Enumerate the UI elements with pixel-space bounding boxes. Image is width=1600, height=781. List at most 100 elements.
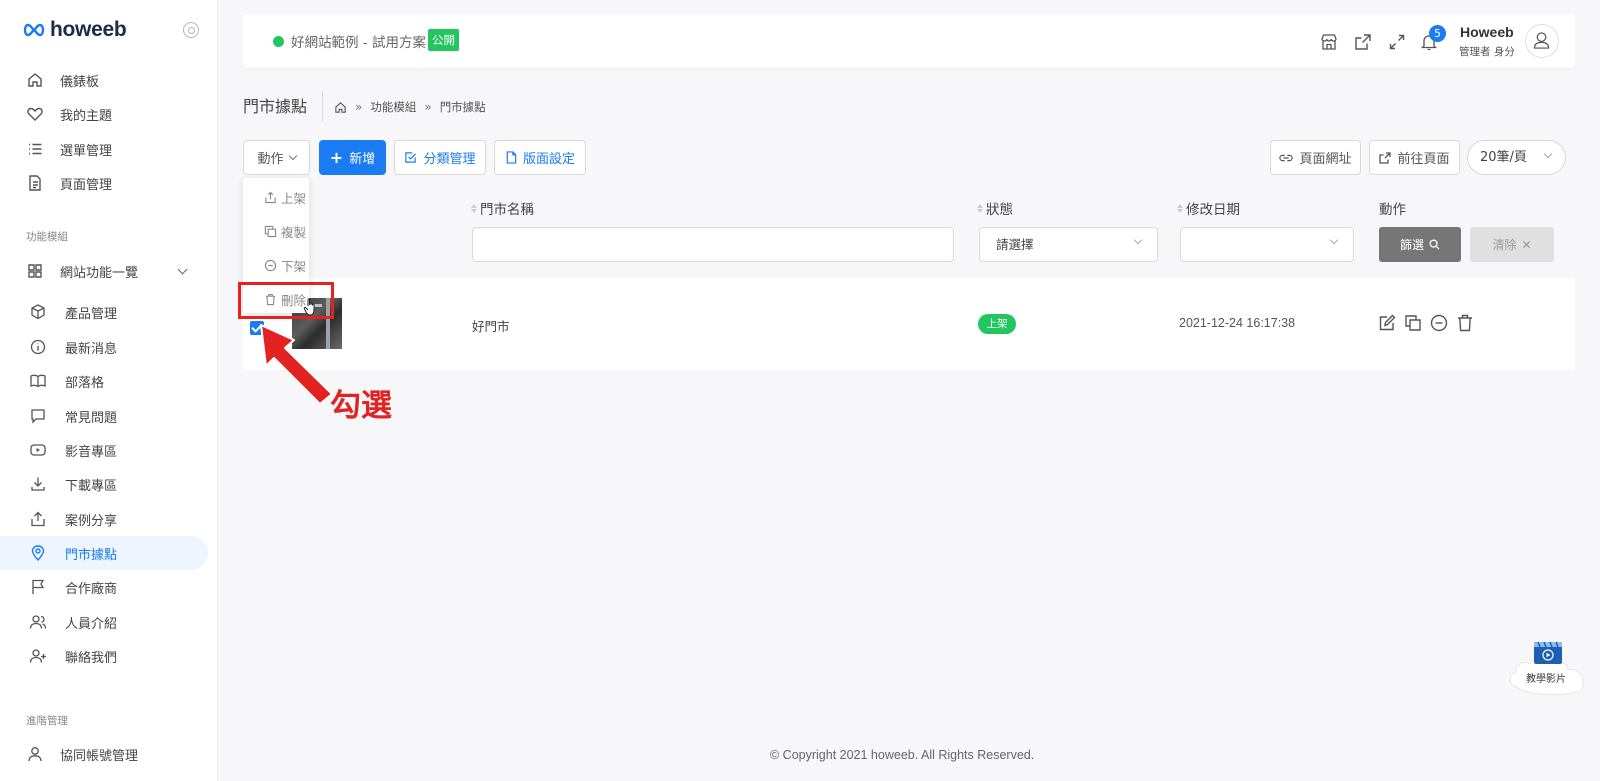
sidebar-item-label: 常見問題 <box>65 410 118 426</box>
sidebar-item-news[interactable]: 最新消息 <box>0 330 208 364</box>
link-icon <box>1279 154 1294 161</box>
menu-item-label: 上架 <box>281 190 307 206</box>
modified-date-cell: 2021-12-24 16:17:38 <box>1179 316 1296 330</box>
column-header-name[interactable]: 門市名稱 <box>471 198 534 218</box>
filter-button[interactable]: 篩選 <box>1379 227 1461 262</box>
brand-name: howeeb <box>50 18 127 41</box>
add-label: 新增 <box>349 152 376 167</box>
per-page-select[interactable]: 20筆/頁 <box>1467 140 1566 175</box>
column-header-modified[interactable]: 修改日期 <box>1177 198 1240 218</box>
section-label-advanced: 進階管理 <box>26 715 68 727</box>
column-header-actions: 動作 <box>1379 198 1406 218</box>
sidebar-item-staff[interactable]: 人員介紹 <box>0 605 208 639</box>
store-name-cell[interactable]: 好門市 <box>472 316 510 335</box>
menu-item-unpublish[interactable]: 下架 <box>243 248 309 282</box>
site-name[interactable]: 好網站範例 - 試用方案 <box>291 31 426 51</box>
breadcrumb: » 功能模組 » 門市據點 <box>334 99 486 115</box>
sidebar-toggle-icon[interactable] <box>183 22 199 38</box>
section-label-modules: 功能模組 <box>26 231 68 243</box>
add-button[interactable]: + 新增 <box>319 140 386 175</box>
edit-icon[interactable] <box>1377 313 1397 333</box>
sidebar-item-label: 產品管理 <box>65 306 118 322</box>
menu-item-copy[interactable]: 複製 <box>243 214 309 248</box>
sidebar-item-downloads[interactable]: 下載專區 <box>0 467 208 501</box>
sidebar-item-label: 門市據點 <box>65 547 118 563</box>
sidebar-item-label: 協同帳號管理 <box>60 748 139 764</box>
sidebar-item-stores[interactable]: 門市據點 <box>0 536 208 570</box>
avatar[interactable] <box>1525 24 1559 58</box>
copy-icon[interactable] <box>1403 313 1423 333</box>
users-icon <box>29 615 47 629</box>
breadcrumb-separator: » <box>424 100 432 114</box>
sidebar-item-products[interactable]: 產品管理 <box>0 295 208 329</box>
sidebar-item-label: 案例分享 <box>65 513 118 529</box>
breadcrumb-item[interactable]: 功能模組 <box>370 99 416 115</box>
user-icon <box>28 747 42 762</box>
sidebar-group-site-features[interactable]: 網站功能一覽 <box>0 254 208 288</box>
share-icon <box>31 511 45 527</box>
page-url-button[interactable]: 頁面網址 <box>1270 140 1361 175</box>
user-icon <box>1533 32 1550 49</box>
info-icon <box>30 339 46 355</box>
sidebar-item-label: 網站功能一覽 <box>60 265 139 281</box>
status-filter-select[interactable]: 請選擇 <box>979 227 1158 262</box>
public-badge: 公開 <box>428 29 459 51</box>
tutorial-video-label[interactable]: 教學影片 <box>1526 670 1566 685</box>
brand-logo[interactable]: howeeb <box>22 18 127 42</box>
sidebar-item-faq[interactable]: 常見問題 <box>0 399 208 433</box>
tutorial-video-widget[interactable] <box>1506 636 1590 698</box>
action-dropdown-button[interactable]: 動作 <box>243 140 310 175</box>
sidebar-item-label: 合作廠商 <box>65 581 118 597</box>
sidebar-item-themes[interactable]: 我的主題 <box>0 97 208 131</box>
sidebar-item-blog[interactable]: 部落格 <box>0 364 208 398</box>
plus-icon: + <box>329 147 344 167</box>
sidebar-item-label: 聯絡我們 <box>65 650 118 666</box>
page-title: 門市據點 <box>243 97 308 116</box>
goto-page-button[interactable]: 前往頁面 <box>1369 140 1460 175</box>
layout-label: 版面設定 <box>522 152 575 167</box>
name-filter-input[interactable] <box>472 227 954 262</box>
date-filter-select[interactable] <box>1180 227 1354 262</box>
sort-icon <box>977 203 983 213</box>
upload-icon <box>265 191 276 203</box>
column-header-label: 動作 <box>1379 202 1406 218</box>
home-icon[interactable] <box>334 101 347 114</box>
flag-icon <box>32 579 45 594</box>
category-management-button[interactable]: 分類管理 <box>394 140 486 175</box>
status-filter-value: 請選擇 <box>996 237 1034 252</box>
file-icon <box>506 151 517 164</box>
trash-icon[interactable] <box>1455 313 1475 333</box>
sidebar-item-menus[interactable]: 選單管理 <box>0 132 208 166</box>
fullscreen-icon[interactable] <box>1387 32 1407 52</box>
menu-item-label: 下架 <box>281 258 307 274</box>
goto-page-label: 前往頁面 <box>1397 152 1450 167</box>
sidebar-item-contact[interactable]: 聯絡我們 <box>0 639 208 673</box>
breadcrumb-separator: » <box>355 100 363 114</box>
sidebar-item-dashboard[interactable]: 儀錶板 <box>0 63 208 97</box>
sidebar-item-label: 最新消息 <box>65 341 118 357</box>
menu-item-publish[interactable]: 上架 <box>243 180 309 214</box>
title-divider <box>322 91 323 121</box>
column-header-status[interactable]: 狀態 <box>977 198 1013 218</box>
youtube-icon <box>30 444 46 456</box>
clear-button[interactable]: 清除 ✕ <box>1470 227 1554 262</box>
sidebar-item-pages[interactable]: 頁面管理 <box>0 166 208 200</box>
infinity-icon <box>23 23 45 37</box>
grid-icon <box>28 264 42 278</box>
external-link-icon[interactable] <box>1353 32 1373 52</box>
table-row <box>243 278 1575 370</box>
map-pin-icon <box>31 545 45 562</box>
user-plus-icon <box>29 649 46 663</box>
minus-circle-icon[interactable] <box>1429 313 1449 333</box>
store-icon[interactable] <box>1319 32 1339 52</box>
sort-icon <box>471 203 477 213</box>
layout-settings-button[interactable]: 版面設定 <box>494 140 586 175</box>
sidebar-item-cases[interactable]: 案例分享 <box>0 502 208 536</box>
sidebar-item-videos[interactable]: 影音專區 <box>0 433 208 467</box>
site-status-dot <box>273 36 284 47</box>
sidebar-item-label: 部落格 <box>65 375 105 391</box>
sidebar-item-collab-accounts[interactable]: 協同帳號管理 <box>0 737 208 771</box>
hand-cursor-icon <box>303 298 315 316</box>
annotation-label: 勾選 <box>330 388 392 424</box>
sidebar-item-partners[interactable]: 合作廠商 <box>0 570 208 604</box>
